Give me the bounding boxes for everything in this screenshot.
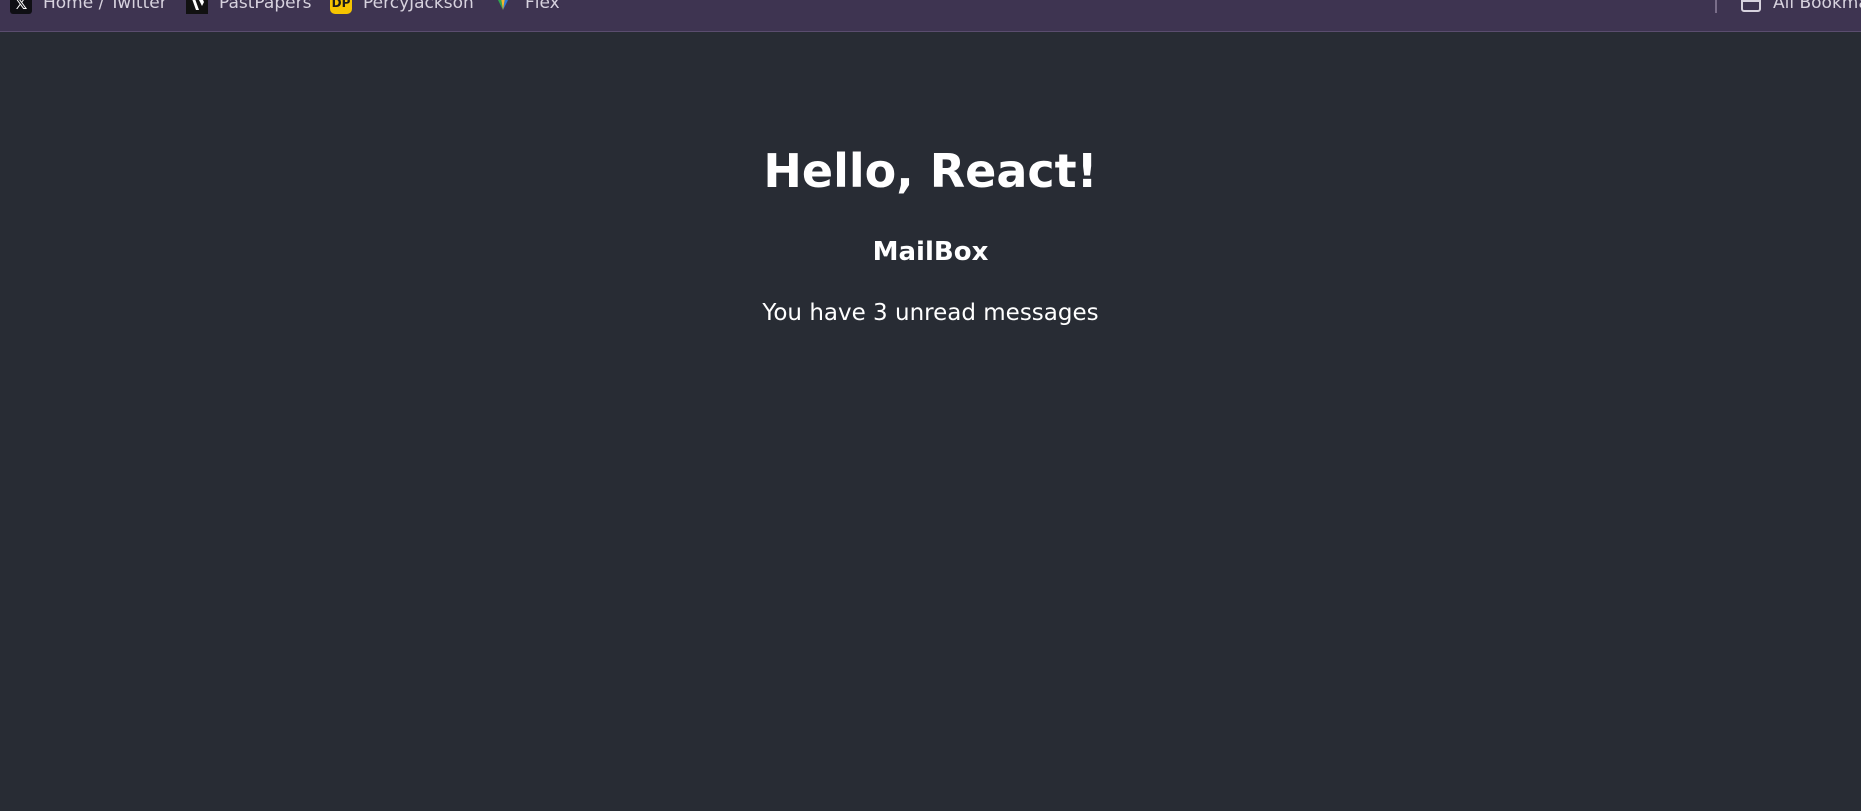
bookmarks-bar: 𝕏 Home / Twitter PastPapers DP PercyJack… <box>0 0 1861 32</box>
bookmark-label: PercyJackson <box>363 0 474 13</box>
all-bookmarks-button[interactable]: All Bookmarks <box>1740 0 1861 15</box>
folder-icon <box>1740 0 1762 14</box>
bookmark-flex[interactable]: Flex <box>492 0 560 15</box>
all-bookmarks-label: All Bookmarks <box>1773 0 1861 13</box>
bookmark-label: PastPapers <box>219 0 312 13</box>
bookmark-home-twitter[interactable]: 𝕏 Home / Twitter <box>10 0 167 15</box>
bookmark-pastpapers[interactable]: PastPapers <box>186 0 311 15</box>
flex-logo-icon <box>492 0 514 14</box>
x-logo-icon: 𝕏 <box>10 0 32 14</box>
page-title: Hello, React! <box>763 144 1098 198</box>
pastpapers-logo-icon <box>186 0 208 14</box>
bookmark-label: Flex <box>525 0 560 13</box>
mailbox-heading: MailBox <box>872 237 989 267</box>
app-main: Hello, React! MailBox You have 3 unread … <box>0 32 1861 811</box>
bookmarks-separator <box>1715 0 1717 13</box>
bookmark-percyjackson[interactable]: DP PercyJackson <box>330 0 474 15</box>
dp-logo-icon: DP <box>330 0 352 14</box>
bookmark-label: Home / Twitter <box>43 0 167 13</box>
unread-messages-text: You have 3 unread messages <box>762 300 1099 326</box>
